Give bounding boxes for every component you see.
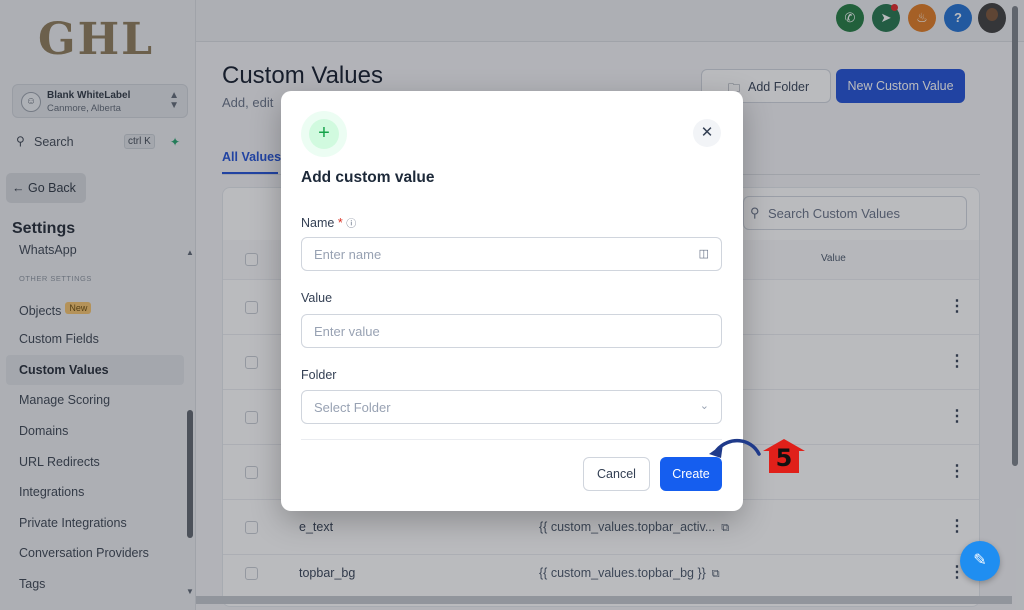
add-custom-value-modal: + ✕ Add custom value Name * ⓘ Enter name… — [281, 91, 743, 511]
close-icon[interactable]: ✕ — [693, 119, 721, 147]
name-placeholder: Enter name — [314, 247, 382, 262]
modal-icon-ring: + — [301, 111, 347, 157]
merge-tag-icon[interactable]: ◫ — [699, 247, 709, 260]
cancel-button[interactable]: Cancel — [583, 457, 650, 491]
folder-select[interactable]: Select Folder ⌄ — [301, 390, 722, 424]
chat-icon: ✎ — [973, 552, 987, 569]
value-input[interactable]: Enter value — [301, 314, 722, 348]
plus-icon: + — [309, 119, 339, 149]
folder-placeholder: Select Folder — [314, 400, 391, 415]
name-label: Name * ⓘ — [301, 215, 356, 230]
chevron-down-icon: ⌄ — [699, 400, 709, 412]
annotation-arrow-icon — [709, 439, 761, 458]
info-icon[interactable]: ⓘ — [346, 219, 356, 230]
value-label: Value — [301, 291, 333, 305]
name-input[interactable]: Enter name ◫ — [301, 237, 722, 271]
folder-label: Folder — [301, 368, 337, 382]
required-marker: * — [337, 216, 343, 230]
modal-divider — [301, 439, 722, 440]
name-label-text: Name — [301, 216, 335, 230]
value-placeholder: Enter value — [314, 324, 380, 339]
modal-title: Add custom value — [301, 169, 435, 186]
chat-widget-button[interactable]: ✎ — [960, 541, 1000, 581]
step-number: 5 — [775, 444, 793, 472]
step-number-badge: 5 — [762, 438, 806, 474]
